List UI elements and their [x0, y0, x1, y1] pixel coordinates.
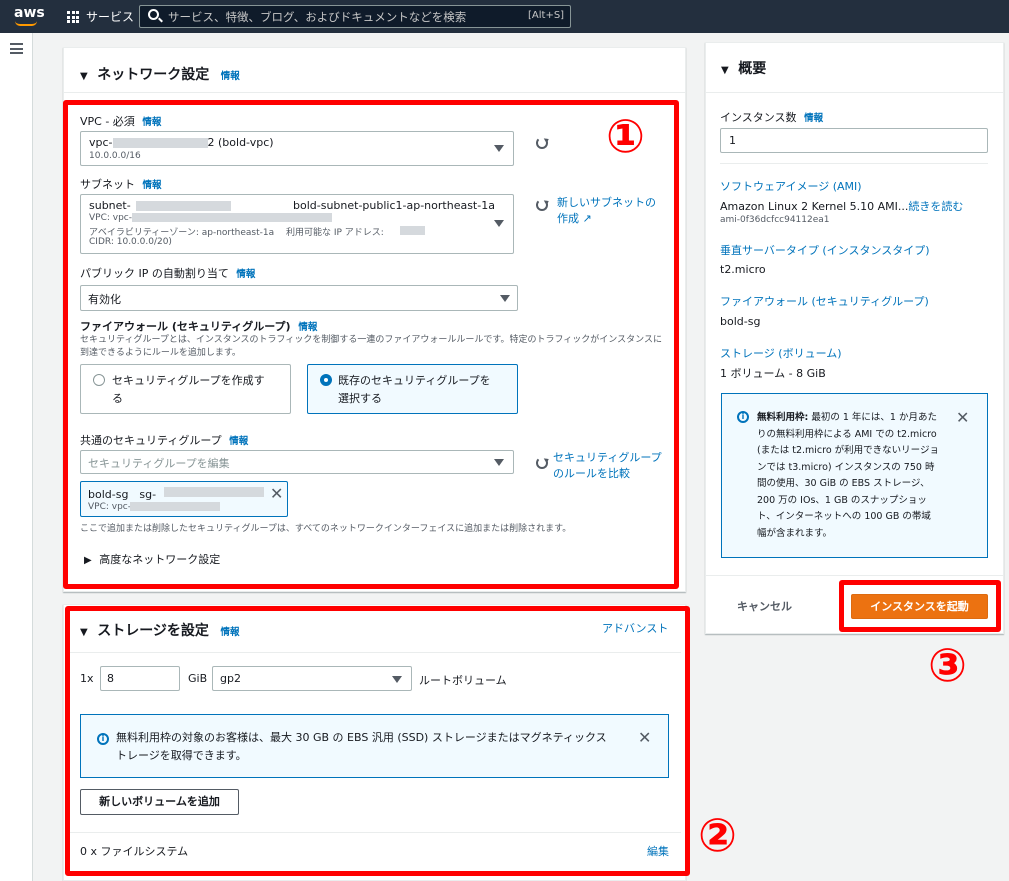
storage-link[interactable]: ストレージ (ボリューム) — [720, 345, 842, 361]
network-settings-title: ネットワーク設定 — [97, 67, 210, 83]
close-icon[interactable]: ✕ — [956, 408, 969, 427]
divider — [705, 575, 1004, 576]
annotation-two: ② — [698, 808, 737, 862]
collapse-triangle-icon[interactable]: ▼ — [80, 71, 88, 82]
divider — [705, 92, 1004, 93]
highlight-box-3 — [839, 580, 1001, 632]
instance-type-value: t2.micro — [720, 263, 766, 276]
highlight-box-1 — [63, 100, 679, 589]
divider — [63, 92, 686, 93]
firewall-value: bold-sg — [720, 315, 761, 328]
highlight-box-2 — [65, 606, 690, 876]
left-rail — [0, 33, 33, 881]
aws-logo[interactable]: aws — [14, 5, 45, 21]
instances-count-value: 1 — [729, 134, 736, 147]
ami-value: Amazon Linux 2 Kernel 5.10 AMI...続きを読む — [720, 200, 964, 213]
aws-logo-smile — [15, 21, 37, 26]
search-shortcut: [Alt+S] — [528, 10, 565, 21]
annotation-one: ① — [606, 109, 645, 163]
summary-title: 概要 — [738, 61, 767, 77]
services-grid-icon[interactable] — [67, 11, 79, 23]
search-placeholder: サービス、特徴、ブログ、およびドキュメントなどを検索 — [168, 10, 467, 24]
firewall-link[interactable]: ファイアウォール (セキュリティグループ) — [720, 293, 929, 309]
ami-id: ami-0f36dcfcc94112ea1 — [720, 215, 830, 225]
info-circle-icon: i — [737, 411, 749, 423]
info-link[interactable]: 情報 — [221, 71, 240, 82]
annotation-three: ③ — [928, 638, 967, 692]
services-menu-label[interactable]: サービス — [86, 8, 134, 25]
collapse-triangle-icon[interactable]: ▼ — [721, 65, 729, 76]
instance-type-link[interactable]: 垂直サーバータイプ (インスタンスタイプ) — [720, 242, 930, 258]
read-more-link[interactable]: 続きを読む — [908, 200, 963, 213]
hamburger-menu-icon[interactable] — [10, 43, 23, 54]
summary-header[interactable]: ▼ 概要 — [721, 58, 766, 78]
info-link[interactable]: 情報 — [804, 113, 823, 124]
free-tier-text: 無料利用枠: 最初の 1 年には、1 か月あたりの無料利用枠による AMI での… — [757, 412, 939, 539]
cancel-button[interactable]: キャンセル — [737, 598, 792, 614]
network-settings-header[interactable]: ▼ ネットワーク設定 情報 — [80, 64, 640, 84]
divider — [720, 163, 988, 164]
search-icon — [148, 9, 159, 20]
instances-count-input[interactable] — [720, 128, 988, 153]
storage-value: 1 ボリューム - 8 GiB — [720, 367, 826, 380]
instances-count-label: インスタンス数 情報 — [720, 111, 824, 124]
ami-link[interactable]: ソフトウェアイメージ (AMI) — [720, 178, 862, 194]
